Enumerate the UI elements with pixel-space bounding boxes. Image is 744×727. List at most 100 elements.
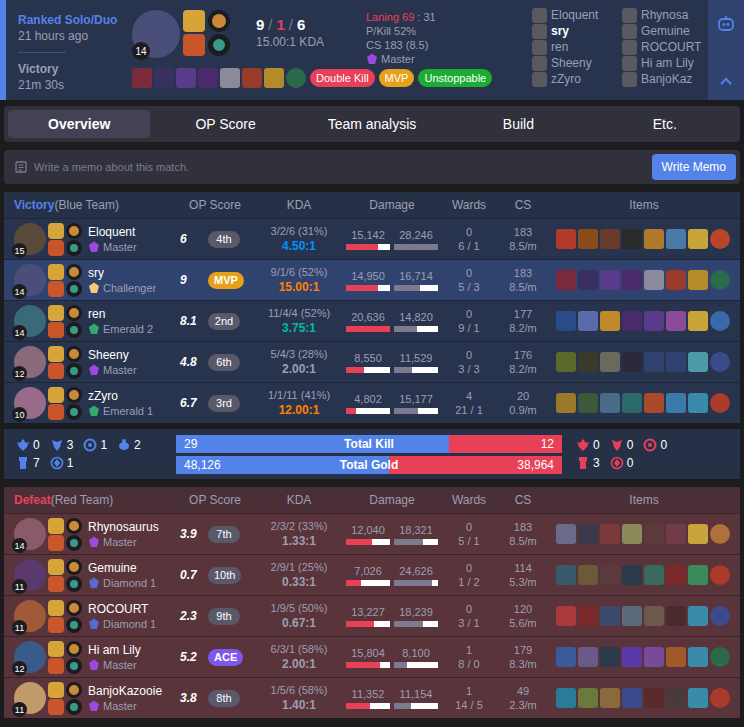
participant[interactable]: Eloquent	[532, 8, 618, 23]
keystone-rune-icon[interactable]	[66, 559, 82, 575]
item-icon[interactable]	[622, 352, 642, 372]
item-icon[interactable]	[666, 688, 686, 708]
secondary-rune-icon[interactable]	[66, 281, 82, 297]
spell-icon[interactable]	[48, 617, 64, 633]
item-icon[interactable]	[688, 393, 708, 413]
item-icon[interactable]	[556, 393, 576, 413]
participant[interactable]: Rhynosa	[622, 8, 708, 23]
item-icon[interactable]	[710, 524, 730, 544]
keystone-rune-icon[interactable]	[66, 641, 82, 657]
player-name[interactable]: sry	[88, 266, 156, 281]
item-icon[interactable]	[198, 68, 218, 88]
champion-portrait[interactable]: 11	[14, 682, 46, 714]
item-icon[interactable]	[578, 311, 598, 331]
item-icon[interactable]	[220, 68, 240, 88]
item-icon[interactable]	[622, 647, 642, 667]
item-icon[interactable]	[264, 68, 284, 88]
item-icon[interactable]	[644, 311, 664, 331]
player-row[interactable]: 15 Eloquent Master 6 4th 3/2/6 (31%) 4.5…	[4, 218, 740, 259]
player-row[interactable]: 11 BanjoKazooie Master 3.8 8th 1/5/6 (58…	[4, 677, 740, 718]
participant[interactable]: Gemuine	[622, 24, 708, 39]
item-icon[interactable]	[600, 270, 620, 290]
champion-portrait[interactable]: 11	[14, 600, 46, 632]
item-icon[interactable]	[578, 647, 598, 667]
item-icon[interactable]	[644, 229, 664, 249]
item-icon[interactable]	[666, 311, 686, 331]
participant[interactable]: ren	[532, 40, 618, 55]
tab[interactable]: Overview	[8, 110, 150, 138]
secondary-rune-icon[interactable]	[208, 34, 230, 56]
item-icon[interactable]	[666, 393, 686, 413]
secondary-rune-icon[interactable]	[66, 322, 82, 338]
item-icon[interactable]	[578, 565, 598, 585]
item-icon[interactable]	[710, 647, 730, 667]
item-icon[interactable]	[644, 688, 664, 708]
bot-icon[interactable]	[716, 14, 736, 34]
item-icon[interactable]	[600, 688, 620, 708]
memo-input[interactable]: Write a memo about this match.	[14, 160, 644, 174]
item-icon[interactable]	[622, 311, 642, 331]
champion-portrait[interactable]: 12	[14, 641, 46, 673]
item-icon[interactable]	[556, 311, 576, 331]
item-icon[interactable]	[176, 68, 196, 88]
spell-icon[interactable]	[48, 322, 64, 338]
item-icon[interactable]	[710, 311, 730, 331]
champion-portrait[interactable]: 14	[14, 305, 46, 337]
keystone-rune-icon[interactable]	[66, 346, 82, 362]
tab[interactable]: Team analysis	[301, 110, 443, 138]
secondary-rune-icon[interactable]	[66, 617, 82, 633]
player-name[interactable]: Gemuine	[88, 561, 156, 576]
item-icon[interactable]	[286, 68, 306, 88]
item-icon[interactable]	[688, 565, 708, 585]
item-icon[interactable]	[666, 229, 686, 249]
item-icon[interactable]	[242, 68, 262, 88]
tab[interactable]: Etc.	[594, 110, 736, 138]
keystone-rune-icon[interactable]	[66, 682, 82, 698]
player-name[interactable]: zZyro	[88, 389, 153, 404]
secondary-rune-icon[interactable]	[66, 658, 82, 674]
item-icon[interactable]	[644, 393, 664, 413]
participant[interactable]: Hi am Lily	[622, 56, 708, 71]
keystone-rune-icon[interactable]	[208, 10, 230, 32]
secondary-rune-icon[interactable]	[66, 404, 82, 420]
flash-spell-icon[interactable]	[48, 305, 64, 321]
champion-portrait[interactable]: 14	[132, 10, 180, 58]
champion-portrait[interactable]: 12	[14, 346, 46, 378]
item-icon[interactable]	[622, 524, 642, 544]
item-icon[interactable]	[710, 393, 730, 413]
spell-icon[interactable]	[48, 699, 64, 715]
item-icon[interactable]	[644, 565, 664, 585]
player-name[interactable]: Eloquent	[88, 225, 137, 240]
keystone-rune-icon[interactable]	[66, 518, 82, 534]
item-icon[interactable]	[710, 688, 730, 708]
item-icon[interactable]	[600, 352, 620, 372]
spell-icon[interactable]	[48, 535, 64, 551]
item-icon[interactable]	[710, 606, 730, 626]
item-icon[interactable]	[556, 524, 576, 544]
player-row[interactable]: 12 Hi am Lily Master 5.2 ACE 6/3/1 (58%)…	[4, 636, 740, 677]
tab[interactable]: Build	[447, 110, 589, 138]
participant[interactable]: ROCOURT	[622, 40, 708, 55]
player-row[interactable]: 14 sry Challenger 9 MVP 9/1/6 (52%) 15.0…	[4, 259, 740, 300]
item-icon[interactable]	[600, 565, 620, 585]
spell-icon[interactable]	[48, 404, 64, 420]
item-icon[interactable]	[688, 606, 708, 626]
item-icon[interactable]	[666, 270, 686, 290]
champion-portrait[interactable]: 14	[14, 518, 46, 550]
player-row[interactable]: 14 ren Emerald 2 8.1 2nd 11/4/4 (52%) 3.…	[4, 300, 740, 341]
item-icon[interactable]	[710, 229, 730, 249]
item-icon[interactable]	[578, 688, 598, 708]
participant[interactable]: sry	[532, 24, 618, 39]
participant[interactable]: Sheeny	[532, 56, 618, 71]
flash-spell-icon[interactable]	[48, 600, 64, 616]
item-icon[interactable]	[578, 606, 598, 626]
item-icon[interactable]	[556, 688, 576, 708]
flash-spell-icon[interactable]	[183, 10, 205, 32]
item-icon[interactable]	[556, 229, 576, 249]
secondary-rune-icon[interactable]	[66, 363, 82, 379]
champion-portrait[interactable]: 10	[14, 387, 46, 419]
player-name[interactable]: BanjoKazooie	[88, 684, 162, 699]
spell-icon[interactable]	[48, 658, 64, 674]
keystone-rune-icon[interactable]	[66, 387, 82, 403]
flash-spell-icon[interactable]	[48, 682, 64, 698]
